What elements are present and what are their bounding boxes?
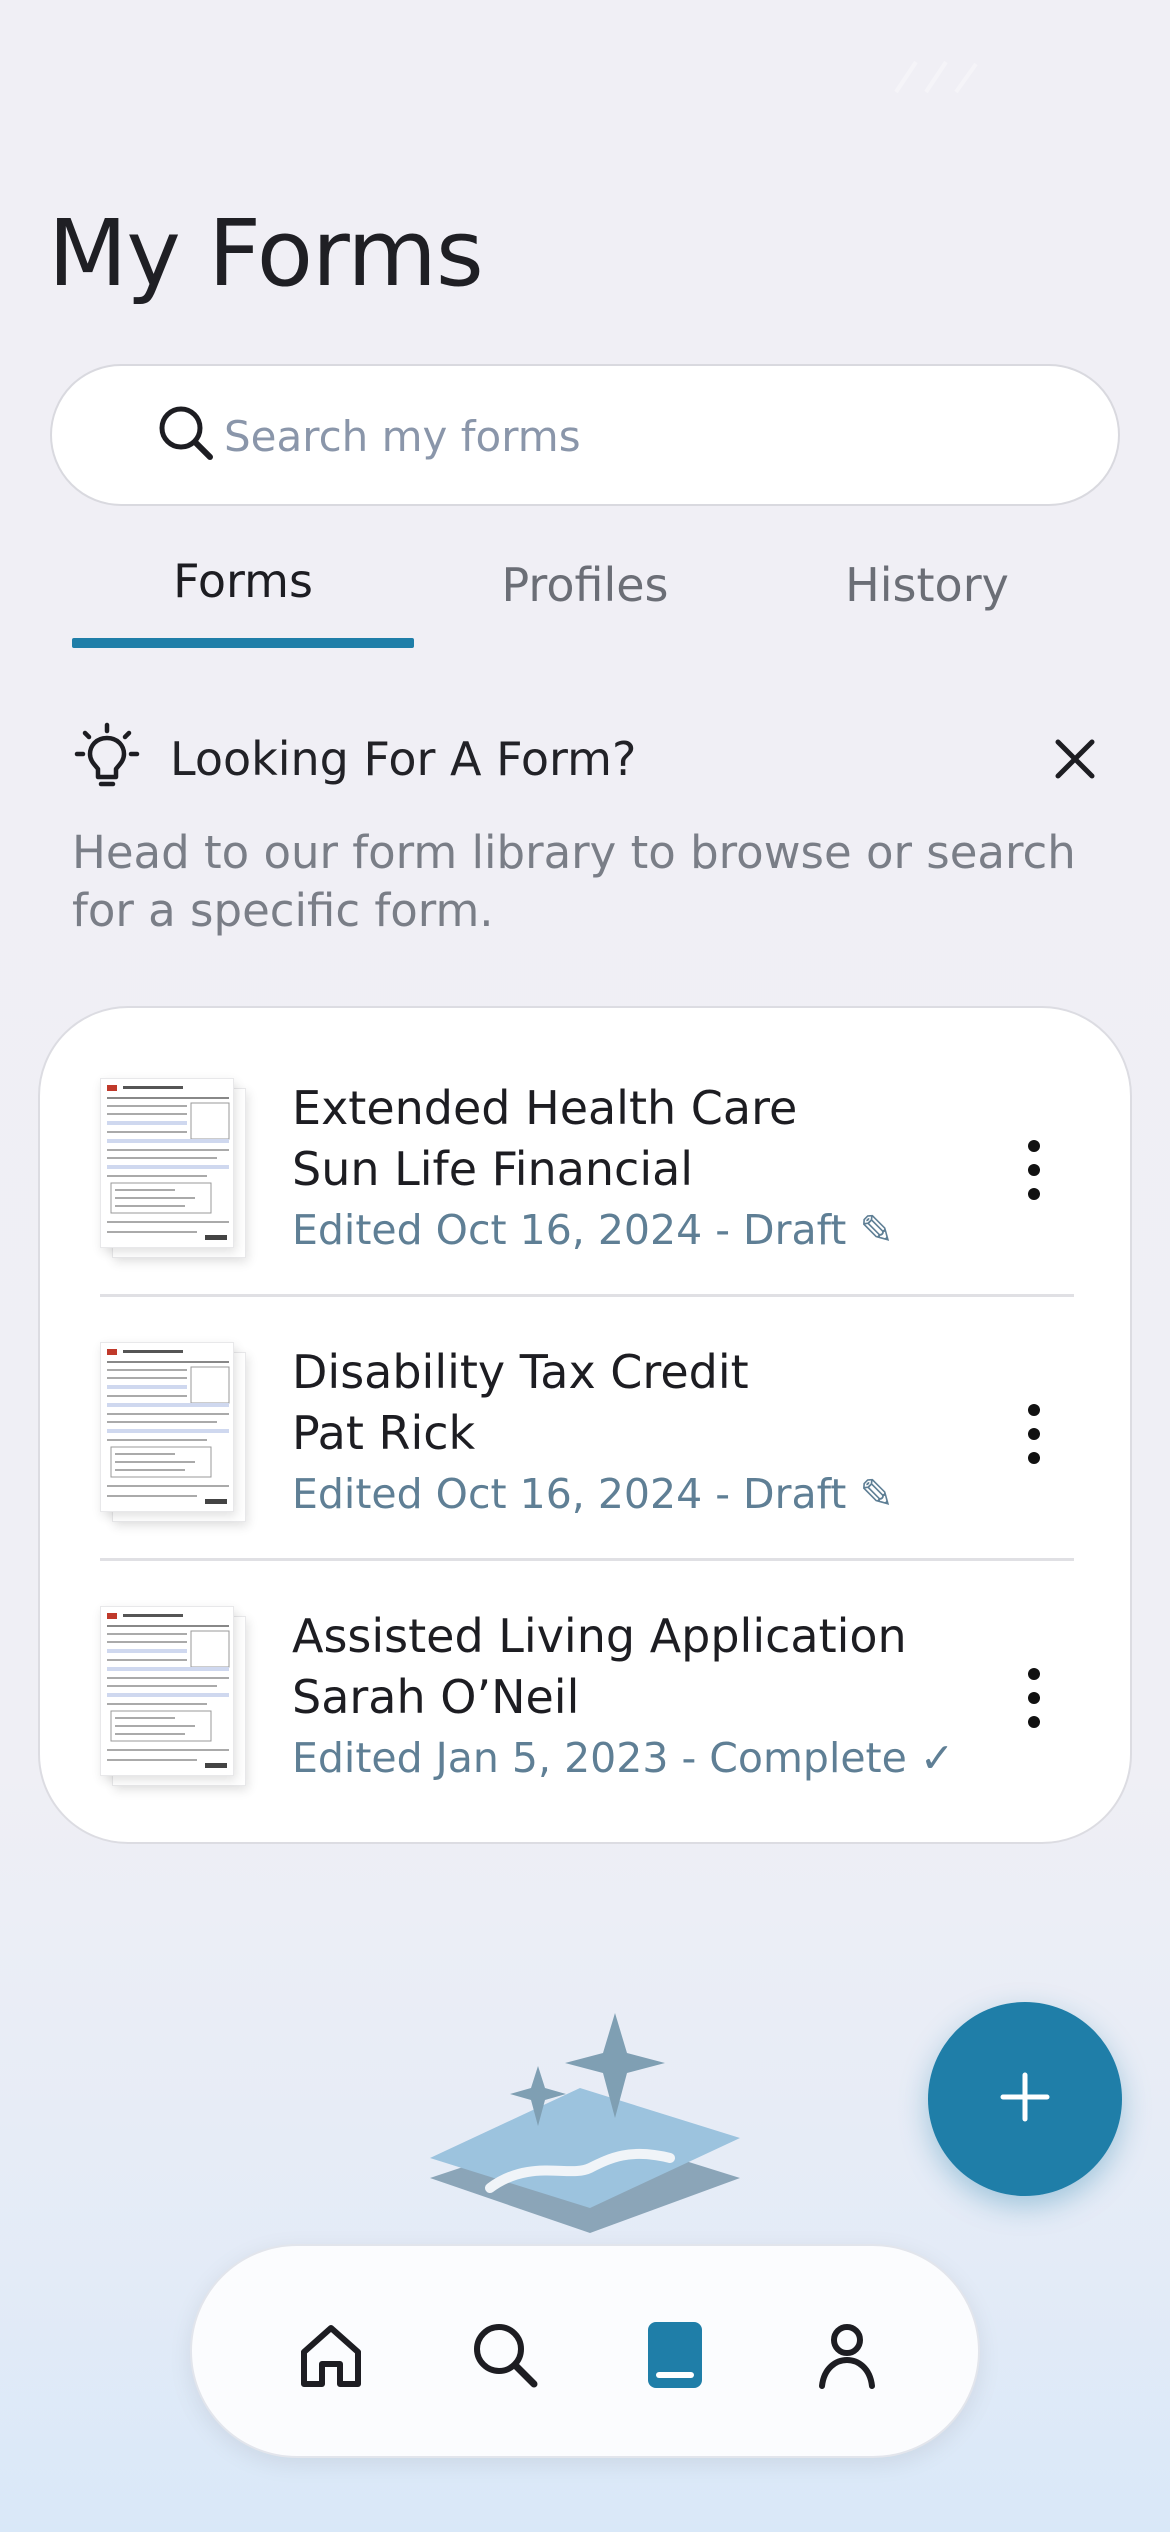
form-subtitle: Pat Rick	[292, 1406, 476, 1460]
bottom-navigation	[190, 2244, 980, 2458]
form-thumbnail	[100, 1078, 246, 1258]
form-title-block: Assisted Living Application Sarah O’Neil	[292, 1606, 907, 1728]
form-thumbnail	[100, 1342, 246, 1522]
active-tab-indicator	[72, 638, 414, 648]
more-options-icon[interactable]	[1014, 1402, 1054, 1466]
form-list-item[interactable]: Assisted Living Application Sarah O’Neil…	[40, 1566, 1134, 1828]
form-subtitle: Sarah O’Neil	[292, 1670, 580, 1724]
form-meta: Edited Oct 16, 2024 - Draft ✎	[292, 1470, 894, 1518]
more-options-icon[interactable]	[1014, 1666, 1054, 1730]
form-thumbnail	[100, 1606, 246, 1786]
tab-profiles-label: Profiles	[501, 558, 669, 612]
tab-history[interactable]: History	[756, 540, 1098, 650]
tab-bar: Forms Profiles History	[72, 540, 1098, 650]
form-title: Assisted Living Application	[292, 1609, 907, 1663]
tab-history-label: History	[845, 558, 1009, 612]
form-title-block: Extended Health Care Sun Life Financial	[292, 1078, 797, 1200]
form-list-item[interactable]: Disability Tax Credit Pat Rick Edited Oc…	[40, 1302, 1134, 1564]
form-meta: Edited Oct 16, 2024 - Draft ✎	[292, 1206, 894, 1254]
search-bar[interactable]	[50, 364, 1120, 506]
home-icon[interactable]	[294, 2318, 368, 2392]
search-icon	[156, 403, 216, 467]
person-icon[interactable]	[810, 2318, 884, 2392]
form-list-item[interactable]: Extended Health Care Sun Life Financial …	[40, 1038, 1134, 1300]
book-icon[interactable]	[638, 2318, 712, 2392]
forms-list-card: Extended Health Care Sun Life Financial …	[38, 1006, 1132, 1844]
form-title-block: Disability Tax Credit Pat Rick	[292, 1342, 749, 1464]
form-subtitle: Sun Life Financial	[292, 1142, 694, 1196]
search-icon[interactable]	[468, 2318, 542, 2392]
page-title: My Forms	[48, 200, 484, 307]
lightbulb-icon	[72, 722, 142, 796]
add-form-button[interactable]	[928, 2002, 1122, 2196]
divider	[100, 1294, 1074, 1297]
form-title: Disability Tax Credit	[292, 1345, 749, 1399]
tip-text: Head to our form library to browse or se…	[72, 826, 1076, 937]
form-title: Extended Health Care	[292, 1081, 798, 1135]
search-input[interactable]	[224, 396, 1084, 476]
form-tip-banner: Looking For A Form? Head to our form lib…	[72, 720, 1112, 940]
more-options-icon[interactable]	[1014, 1138, 1054, 1202]
plus-icon	[995, 2067, 1055, 2131]
tab-forms-label: Forms	[173, 554, 313, 608]
divider	[100, 1558, 1074, 1561]
tab-profiles[interactable]: Profiles	[414, 540, 756, 650]
status-bar-glyph	[894, 60, 978, 94]
tip-title: Looking For A Form?	[170, 732, 637, 786]
tab-forms[interactable]: Forms	[72, 540, 414, 650]
close-icon[interactable]	[1050, 734, 1100, 784]
form-meta: Edited Jan 5, 2023 - Complete ✓	[292, 1734, 955, 1782]
sparkle-document-illustration	[430, 2013, 740, 2233]
